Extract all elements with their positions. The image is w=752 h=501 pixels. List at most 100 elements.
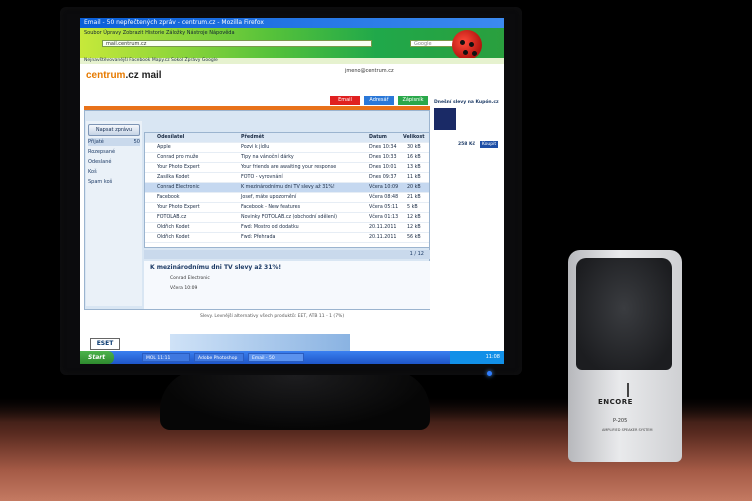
monitor-stand xyxy=(160,370,430,430)
speaker-model: P-205 xyxy=(613,418,628,424)
table-row[interactable]: Zasilka Kodet FOTO - vyrovnání Dnes 09:37 1… xyxy=(145,173,429,183)
row-from: FOTOLAB.cz xyxy=(157,215,187,220)
monitor-screen: Email - 50 nepřečtených zpráv - centrum.… xyxy=(80,18,504,364)
row-subject: Fwd: Přehrada xyxy=(241,235,276,240)
menu-bar[interactable]: Soubor Úpravy Zobrazit Historie Záložky … xyxy=(84,30,235,36)
row-subject: K mezinárodnímu dni TV slevy až 31%! xyxy=(241,185,335,190)
row-from: Zasilka Kodet xyxy=(157,175,190,180)
row-from: Facebook xyxy=(157,195,180,200)
system-clock[interactable]: 11:08 xyxy=(450,351,504,364)
row-from: Conrad pro muže xyxy=(157,155,199,160)
row-date: Včera 01:13 xyxy=(369,215,399,220)
row-date: Včera 10:09 xyxy=(369,185,399,190)
power-led xyxy=(487,371,492,376)
table-row[interactable]: FOTOLAB.cz Novinky FOTOLAB.cz (obchodní s… xyxy=(145,213,429,223)
row-subject: Josef, máte upozornění xyxy=(241,195,297,200)
col-date[interactable]: Datum xyxy=(369,133,387,142)
folder-sent[interactable]: Odeslané xyxy=(88,158,140,166)
row-from: Your Photo Expert xyxy=(157,165,200,170)
row-size: 13 kB xyxy=(407,165,421,170)
row-subject: Tipy na vánoční dárky xyxy=(241,155,294,160)
reading-subject: K mezinárodnímu dni TV slevy až 31%! xyxy=(150,264,282,271)
table-row[interactable]: Your Photo Expert Facebook - New features… xyxy=(145,203,429,213)
speaker-brand: ENCORE xyxy=(598,398,633,406)
table-row[interactable]: Oldřich Kodet Fwd: Přehrada 20.11.2011 56 k… xyxy=(145,233,429,243)
row-subject: Fwd: Mostro od dodatku xyxy=(241,225,299,230)
speaker-subtitle: AMPLIFIED SPEAKER SYSTEM xyxy=(602,428,653,432)
row-date: Dnes 10:33 xyxy=(369,155,397,160)
start-button[interactable]: Start xyxy=(80,351,114,364)
row-size: 20 kB xyxy=(407,185,421,190)
tab-contacts[interactable]: Adresář xyxy=(364,96,394,105)
row-size: 30 kB xyxy=(407,145,421,150)
col-subject[interactable]: Předmět xyxy=(241,133,264,142)
message-toolbar: 1 / 12 xyxy=(144,250,430,259)
sidebar-title: Dnešní slevy na Kupón.cz xyxy=(434,100,499,105)
row-size: 12 kB xyxy=(407,225,421,230)
logo-main: centrum xyxy=(86,70,126,81)
row-from: Apple xyxy=(157,145,171,150)
folder-drafts[interactable]: Rozepsané xyxy=(88,148,140,156)
row-size: 21 kB xyxy=(407,195,421,200)
table-row[interactable]: Apple Pozvi k jídlu Dnes 10:34 30 kB xyxy=(145,143,429,153)
speaker-grille xyxy=(576,258,672,370)
row-from: Oldřich Kodet xyxy=(157,225,190,230)
row-size: 12 kB xyxy=(407,215,421,220)
row-date: Dnes 10:01 xyxy=(369,165,397,170)
row-date: Včera 08:48 xyxy=(369,195,399,200)
task-item[interactable]: MOL 11:11 xyxy=(142,353,190,362)
row-date: 20.11.2011 xyxy=(369,225,397,230)
table-row[interactable]: Facebook Josef, máte upozornění Včera 08:4… xyxy=(145,193,429,203)
table-row[interactable]: Oldřich Kodet Fwd: Mostro od dodatku 20.11… xyxy=(145,223,429,233)
row-subject: FOTO - vyrovnání xyxy=(241,175,283,180)
bookmarks-bar[interactable]: Nejnavštěvovanější Facebook Mapy.cz Soko… xyxy=(80,58,504,64)
row-size: 16 kB xyxy=(407,155,421,160)
folder-count: 50 xyxy=(133,139,140,145)
table-row[interactable]: Your Photo Expert Your friends are awaiti… xyxy=(145,163,429,173)
task-item[interactable]: Adobe Photoshop xyxy=(194,353,244,362)
row-subject: Your friends are awaiting your response xyxy=(241,165,337,170)
message-list: Odesílatel Předmět Datum Velikost Apple P… xyxy=(144,132,430,248)
row-date: 20.11.2011 xyxy=(369,235,397,240)
row-date: Včera 05:11 xyxy=(369,205,399,210)
col-size[interactable]: Velikost xyxy=(403,133,425,142)
window-title: Email - 50 nepřečtených zpráv - centrum.… xyxy=(80,18,504,28)
row-from: Your Photo Expert xyxy=(157,205,200,210)
list-header: Odesílatel Předmět Datum Velikost xyxy=(145,133,429,143)
compose-button[interactable]: Napsat zprávu xyxy=(88,124,140,136)
row-from: Conrad Electronic xyxy=(157,185,200,190)
row-size: 5 kB xyxy=(407,205,418,210)
row-subject: Pozvi k jídlu xyxy=(241,145,270,150)
folder-inbox[interactable]: Přijaté 50 xyxy=(88,138,140,146)
offers-sidebar: Dnešní slevy na Kupón.cz 258 Kč Koupit xyxy=(432,98,502,310)
task-item[interactable]: Email - 50 nepřečtených xyxy=(248,353,304,362)
sidebar-price: 258 Kč xyxy=(458,142,476,147)
folder-spam[interactable]: Spam koš xyxy=(88,178,140,186)
row-size: 56 kB xyxy=(407,235,421,240)
offer-image[interactable] xyxy=(434,108,456,130)
row-subject: Facebook - New features xyxy=(241,205,301,210)
buy-button[interactable]: Koupit xyxy=(480,141,498,148)
col-from[interactable]: Odesílatel xyxy=(157,133,184,142)
row-date: Dnes 09:37 xyxy=(369,175,397,180)
folder-trash[interactable]: Koš xyxy=(88,168,140,176)
address-bar[interactable]: mail.centrum.cz xyxy=(102,40,372,47)
row-date: Dnes 10:34 xyxy=(369,145,397,150)
reading-from[interactable]: Conrad Electronic xyxy=(170,276,210,281)
table-row[interactable]: Conrad Electronic K mezinárodnímu dni TV … xyxy=(145,183,429,193)
reading-date: Včera 10:09 xyxy=(170,286,198,291)
tab-email[interactable]: Email xyxy=(330,96,360,105)
banner-ad[interactable] xyxy=(170,334,350,352)
logo-suffix: .cz mail xyxy=(125,70,162,81)
row-subject: Novinky FOTOLAB.cz (obchodní sdělení) xyxy=(241,215,337,220)
eset-logo[interactable]: ESET xyxy=(90,338,120,350)
table-row[interactable]: Conrad pro muže Tipy na vánoční dárky Dnes… xyxy=(145,153,429,163)
ladybug-icon xyxy=(452,30,482,60)
row-from: Oldřich Kodet xyxy=(157,235,190,240)
tab-notes[interactable]: Zápisník xyxy=(398,96,428,105)
row-size: 11 kB xyxy=(407,175,421,180)
pager[interactable]: 1 / 12 xyxy=(410,250,424,259)
main-tabs: Email Adresář Zápisník xyxy=(330,96,430,105)
user-email: jmeno@centrum.cz xyxy=(345,68,394,74)
centrum-logo[interactable]: centrum.cz mail xyxy=(86,70,162,81)
